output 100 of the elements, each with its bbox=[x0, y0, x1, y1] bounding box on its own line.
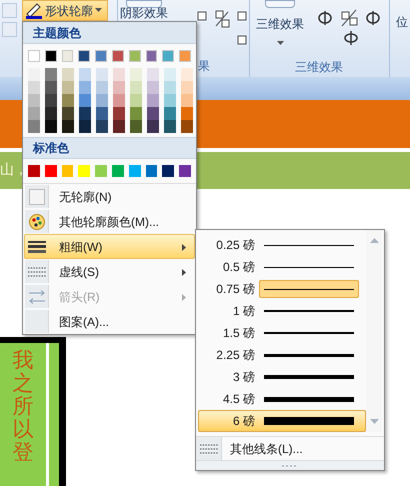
color-swatch[interactable] bbox=[62, 94, 74, 107]
menu-item[interactable]: 无轮廓(N) bbox=[24, 184, 195, 209]
submenu-arrow-icon bbox=[182, 269, 186, 276]
color-swatch[interactable] bbox=[62, 81, 74, 94]
weight-option[interactable]: 1 磅 bbox=[198, 300, 366, 322]
color-swatch[interactable] bbox=[147, 94, 159, 107]
empty-square-icon bbox=[28, 188, 44, 204]
menu-item[interactable]: 图案(A)... bbox=[24, 309, 195, 334]
color-swatch[interactable] bbox=[128, 50, 141, 62]
color-swatch[interactable] bbox=[164, 81, 176, 94]
color-swatch[interactable] bbox=[112, 165, 124, 177]
color-swatch[interactable] bbox=[28, 165, 40, 177]
color-swatch[interactable] bbox=[45, 107, 57, 120]
color-swatch[interactable] bbox=[62, 120, 74, 133]
weight-option[interactable]: 0.5 磅 bbox=[198, 256, 366, 278]
color-swatch[interactable] bbox=[28, 94, 40, 107]
color-swatch[interactable] bbox=[113, 94, 125, 107]
three-d-effects-button[interactable]: 三维效果 bbox=[256, 15, 304, 46]
color-swatch[interactable] bbox=[28, 68, 40, 81]
shadow-effects-button[interactable]: 阴影效果 bbox=[120, 6, 168, 20]
scroll-up-icon[interactable] bbox=[370, 238, 378, 243]
color-swatch[interactable] bbox=[78, 50, 90, 62]
color-swatch[interactable] bbox=[79, 68, 91, 81]
weight-option[interactable]: 1.5 磅 bbox=[198, 322, 366, 344]
menu-item[interactable]: 虚线(S) bbox=[24, 259, 195, 284]
color-swatch[interactable] bbox=[45, 94, 57, 107]
color-swatch[interactable] bbox=[44, 165, 57, 177]
color-swatch[interactable] bbox=[128, 165, 141, 177]
menu-item[interactable]: 其他轮廓颜色(M)... bbox=[24, 209, 195, 234]
weight-option[interactable]: 4.5 磅 bbox=[198, 388, 366, 410]
color-swatch[interactable] bbox=[79, 120, 91, 133]
color-swatch[interactable] bbox=[146, 165, 158, 177]
weight-option[interactable]: 0.75 磅 bbox=[198, 278, 366, 300]
weight-option[interactable]: 6 磅 bbox=[198, 410, 366, 432]
color-swatch[interactable] bbox=[181, 81, 193, 94]
color-swatch[interactable] bbox=[164, 68, 176, 81]
group-label: 三维效果 bbox=[295, 59, 343, 76]
color-swatch[interactable] bbox=[62, 50, 74, 62]
color-swatch[interactable] bbox=[96, 107, 108, 120]
color-swatch[interactable] bbox=[130, 68, 142, 81]
color-swatch[interactable] bbox=[62, 68, 74, 81]
color-swatch[interactable] bbox=[164, 107, 176, 120]
color-swatch[interactable] bbox=[130, 120, 142, 133]
color-swatch[interactable] bbox=[181, 94, 193, 107]
color-swatch[interactable] bbox=[179, 50, 191, 62]
caret-icon bbox=[276, 41, 284, 46]
color-swatch[interactable] bbox=[181, 120, 193, 133]
scroll-down-icon[interactable] bbox=[370, 419, 378, 424]
menu-section-header: 主题颜色 bbox=[23, 22, 196, 44]
color-swatch[interactable] bbox=[147, 68, 159, 81]
submenu-arrow-icon bbox=[182, 294, 186, 301]
color-swatch[interactable] bbox=[113, 81, 125, 94]
shape-outline-button[interactable]: 形状轮廓 bbox=[22, 0, 108, 21]
color-swatch[interactable] bbox=[28, 81, 40, 94]
color-swatch[interactable] bbox=[79, 94, 91, 107]
color-swatch[interactable] bbox=[45, 68, 57, 81]
color-swatch[interactable] bbox=[95, 165, 107, 177]
color-swatch[interactable] bbox=[147, 107, 159, 120]
color-swatch[interactable] bbox=[147, 81, 159, 94]
color-swatch[interactable] bbox=[45, 81, 57, 94]
double-arrow-icon bbox=[28, 290, 46, 304]
color-swatch[interactable] bbox=[28, 120, 40, 133]
color-swatch[interactable] bbox=[79, 107, 91, 120]
color-swatch[interactable] bbox=[147, 120, 159, 133]
position-button[interactable]: 位 bbox=[396, 13, 408, 31]
color-swatch[interactable] bbox=[130, 94, 142, 107]
color-swatch[interactable] bbox=[45, 120, 57, 133]
dashed-lines-icon bbox=[200, 444, 218, 454]
color-swatch[interactable] bbox=[113, 68, 125, 81]
three-d-effect-icon[interactable] bbox=[265, 0, 295, 8]
color-swatch[interactable] bbox=[44, 50, 57, 62]
color-swatch[interactable] bbox=[113, 120, 125, 133]
color-swatch[interactable] bbox=[78, 165, 90, 177]
color-swatch[interactable] bbox=[113, 107, 125, 120]
color-swatch[interactable] bbox=[162, 50, 174, 62]
menu-item[interactable]: 粗细(W) bbox=[24, 234, 195, 259]
color-swatch[interactable] bbox=[179, 165, 191, 177]
color-swatch[interactable] bbox=[62, 165, 74, 177]
color-swatch[interactable] bbox=[112, 50, 124, 62]
color-swatch[interactable] bbox=[62, 107, 74, 120]
color-swatch[interactable] bbox=[95, 50, 107, 62]
weight-option[interactable]: 3 磅 bbox=[198, 366, 366, 388]
color-swatch[interactable] bbox=[164, 120, 176, 133]
color-swatch[interactable] bbox=[96, 81, 108, 94]
weight-option[interactable]: 2.25 磅 bbox=[198, 344, 366, 366]
color-swatch[interactable] bbox=[164, 94, 176, 107]
color-swatch[interactable] bbox=[96, 120, 108, 133]
color-swatch[interactable] bbox=[79, 81, 91, 94]
weight-option[interactable]: 0.25 磅 bbox=[198, 234, 366, 256]
color-swatch[interactable] bbox=[130, 107, 142, 120]
color-swatch[interactable] bbox=[146, 50, 158, 62]
color-swatch[interactable] bbox=[96, 68, 108, 81]
color-swatch[interactable] bbox=[130, 81, 142, 94]
shadow-effect-icon[interactable] bbox=[126, 0, 162, 8]
color-swatch[interactable] bbox=[28, 107, 40, 120]
color-swatch[interactable] bbox=[181, 107, 193, 120]
color-swatch[interactable] bbox=[96, 94, 108, 107]
color-swatch[interactable] bbox=[28, 50, 40, 62]
color-swatch[interactable] bbox=[181, 68, 193, 81]
color-swatch[interactable] bbox=[162, 165, 174, 177]
